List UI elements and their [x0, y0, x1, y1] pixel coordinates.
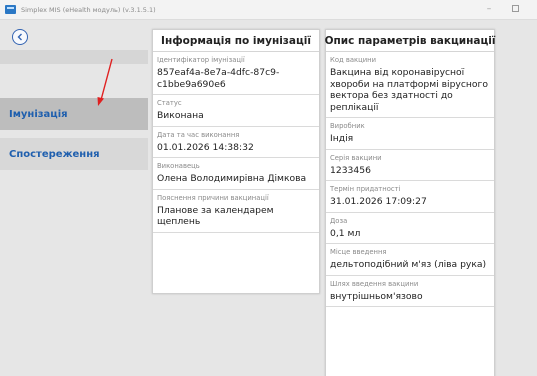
maximize-button[interactable]: [502, 2, 528, 16]
field-value: Виконана: [157, 110, 204, 121]
field-label: Виконавець: [157, 162, 200, 170]
field-label: Статус: [157, 99, 182, 107]
field-value: Вакцина від коронавірусної хвороби на пл…: [330, 67, 488, 113]
field-label: Код вакцини: [330, 56, 377, 64]
field-reason: Пояснення причини вакцинації Планове за …: [153, 190, 319, 233]
field-value: 01.01.2026 14:38:32: [157, 141, 254, 153]
field-vaccine-code: Код вакцини Вакцина від коронавірусної х…: [326, 52, 494, 118]
field-label: Ідентифікатор імунізації: [157, 56, 245, 64]
app-icon: [5, 5, 16, 14]
minimize-icon: –: [486, 4, 492, 14]
nav-item-observation[interactable]: Спостереження: [0, 138, 148, 170]
field-value: 31.01.2026 17:09:27: [330, 196, 427, 207]
card-title: Інформація по імунізації: [153, 30, 319, 52]
field-immunization-id: Ідентифікатор імунізації 857eaf4a-8e7a-4…: [153, 52, 319, 95]
nav-item-label: Спостереження: [9, 148, 100, 160]
field-value: внутрішньом'язово: [330, 290, 423, 302]
field-route: Шлях введення вакцини внутрішньом'язово: [326, 276, 494, 307]
field-label: Виробник: [330, 122, 365, 130]
window-title: Simplex MIS (eHealth модуль) (v.3.1.5.1): [21, 5, 156, 14]
field-value: Індія: [330, 133, 354, 144]
immunization-info-card: Інформація по імунізації Ідентифікатор і…: [152, 29, 320, 294]
field-label: Пояснення причини вакцинації: [157, 193, 269, 202]
field-expiration: Термін придатності 31.01.2026 17:09:27: [326, 181, 494, 213]
field-site: Місце введення дельтоподібний м'яз (ліва…: [326, 244, 494, 276]
vaccination-params-card: Опис параметрів вакцинації Код вакцини В…: [325, 29, 495, 376]
field-date: Дата та час виконання 01.01.2026 14:38:3…: [153, 127, 319, 158]
field-value: 0,1 мл: [330, 227, 361, 239]
field-label: Термін придатності: [330, 185, 401, 193]
field-performer: Виконавець Олена Володимирівна Дімкова: [153, 158, 319, 190]
field-manufacturer: Виробник Індія: [326, 118, 494, 150]
maximize-icon: [511, 5, 519, 12]
back-button[interactable]: [12, 29, 28, 45]
field-status: Статус Виконана: [153, 95, 319, 127]
title-bar: Simplex MIS (eHealth модуль) (v.3.1.5.1)…: [0, 0, 537, 20]
field-value: Планове за календарем щеплень: [157, 204, 274, 228]
nav-item-label: Імунізація: [9, 108, 68, 120]
field-value: дельтоподібний м'яз (ліва рука): [330, 259, 487, 270]
minimize-button[interactable]: –: [476, 2, 502, 16]
field-label: Серія вакцини: [330, 153, 382, 162]
field-label: Доза: [330, 216, 348, 225]
field-dose: Доза 0,1 мл: [326, 213, 494, 244]
nav-header-strip: [0, 50, 148, 64]
back-arrow-icon: [17, 33, 22, 41]
nav-item-immunization[interactable]: Імунізація: [0, 98, 148, 130]
field-value: 857eaf4a-8e7a-4dfc-87c9-c1bbe9a690e6: [157, 67, 280, 90]
field-value: Олена Володимирівна Дімкова: [157, 173, 307, 184]
field-value: 1233456: [330, 164, 371, 176]
card-title: Опис параметрів вакцинації: [325, 30, 495, 52]
field-label: Місце введення: [330, 248, 387, 256]
field-label: Дата та час виконання: [157, 130, 240, 139]
field-label: Шлях введення вакцини: [330, 279, 419, 288]
field-lot-number: Серія вакцини 1233456: [326, 150, 494, 181]
